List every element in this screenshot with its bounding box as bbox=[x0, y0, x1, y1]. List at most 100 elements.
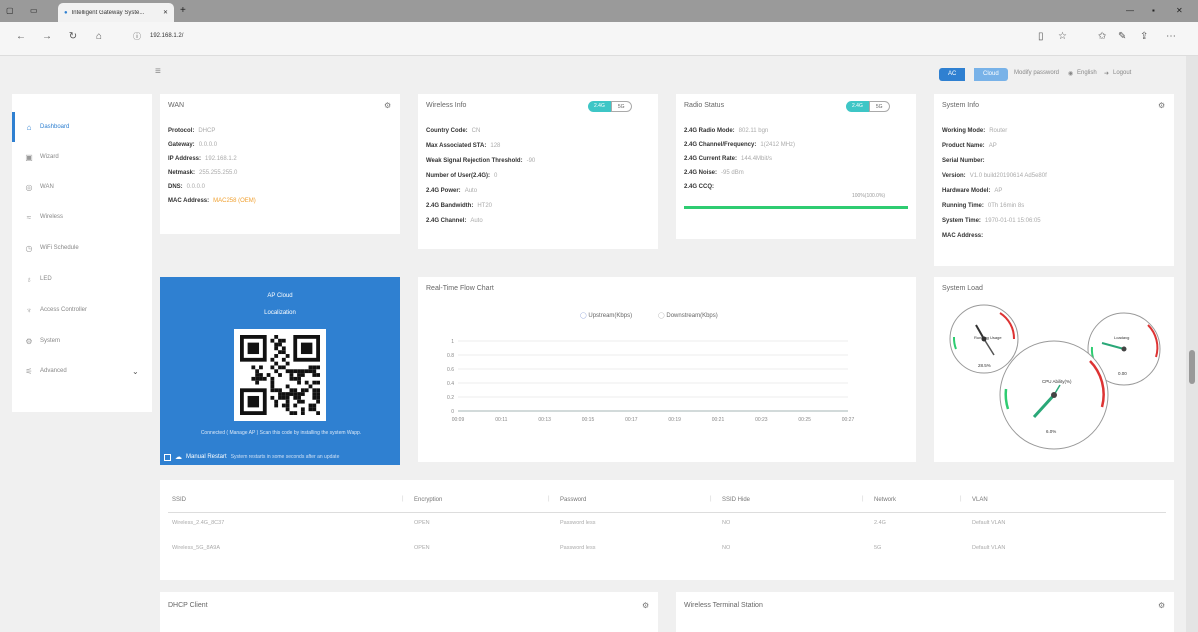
wireless-band-24g[interactable]: 2.4G bbox=[588, 101, 611, 112]
y-tick-label: 0.2 bbox=[447, 395, 454, 401]
gauge-cpu-label: CPU Ability(%) bbox=[1042, 379, 1072, 384]
table-header-vlan[interactable]: VLAN bbox=[972, 497, 988, 503]
more-icon[interactable]: ⋯ bbox=[1166, 31, 1176, 42]
system-info-row: MAC Address: bbox=[942, 233, 987, 239]
wan-settings-icon[interactable]: ⚙ bbox=[384, 101, 391, 110]
y-tick-label: 1 bbox=[451, 339, 454, 345]
controller-icon: ♆ bbox=[26, 305, 32, 315]
sidebar-item-advanced[interactable]: ⚟ Advanced ⌄ bbox=[12, 356, 152, 386]
refresh-icon[interactable]: ↻ bbox=[66, 31, 80, 42]
table-header-password[interactable]: Password bbox=[560, 497, 586, 503]
row-value: Router bbox=[989, 128, 1008, 134]
column-separator[interactable]: | bbox=[548, 496, 550, 502]
radio-band-toggle[interactable]: 2.4G 5G bbox=[846, 101, 890, 112]
radio-band-5g[interactable]: 5G bbox=[868, 101, 890, 112]
reader-icon[interactable]: ▯ bbox=[1038, 31, 1044, 42]
browser-tab-bar: ▢ ▭ ● Intelligent Gateway Syste... ✕ + —… bbox=[0, 0, 1198, 22]
row-value: CN bbox=[471, 128, 481, 134]
manual-restart-label[interactable]: Manual Restart bbox=[186, 454, 227, 460]
wan-row: Netmask: 255.255.255.0 bbox=[168, 170, 237, 176]
system-info-row: Serial Number: bbox=[942, 158, 989, 164]
system-settings-icon[interactable]: ⚙ bbox=[1158, 101, 1165, 110]
wan-card: WAN ⚙ Protocol: DHCP Gateway: 0.0.0.0 IP Add… bbox=[160, 94, 400, 234]
workspace-icon[interactable]: ▢ bbox=[6, 0, 14, 22]
tab-close-icon[interactable]: ✕ bbox=[163, 9, 168, 16]
wireless-band-5g[interactable]: 5G bbox=[610, 101, 632, 112]
y-tick-label: 0.4 bbox=[447, 381, 454, 387]
new-tab-button[interactable]: + bbox=[180, 0, 186, 22]
sidebar-item-wireless[interactable]: ≈ Wireless bbox=[12, 202, 152, 232]
row-key: Serial Number: bbox=[942, 158, 985, 164]
minimize-icon[interactable]: — bbox=[1126, 0, 1134, 22]
scrollbar-thumb[interactable] bbox=[1189, 350, 1195, 384]
browser-tab[interactable]: ● Intelligent Gateway Syste... ✕ bbox=[58, 3, 174, 22]
y-tick-label: 0.6 bbox=[447, 367, 454, 373]
row-value: DHCP bbox=[198, 128, 216, 134]
wan-title: WAN bbox=[168, 102, 185, 109]
wifi-icon: ≈ bbox=[26, 212, 32, 222]
scrollbar[interactable] bbox=[1186, 56, 1198, 632]
radio-status-row: 2.4G CCQ: bbox=[684, 184, 718, 190]
favorite-star-icon[interactable]: ☆ bbox=[1058, 31, 1067, 42]
maximize-icon[interactable]: ▪ bbox=[1152, 0, 1155, 22]
ssid-table-card bbox=[160, 480, 1174, 580]
clock-icon: ◷ bbox=[25, 243, 33, 253]
table-header-ssid-hide[interactable]: SSID Hide bbox=[722, 497, 750, 503]
row-key: 2.4G Channel/Frequency: bbox=[684, 142, 757, 148]
sidebar-item-wan[interactable]: ◎ WAN bbox=[12, 172, 152, 202]
share-icon[interactable]: ⇪ bbox=[1140, 31, 1148, 42]
menu-toggle-icon[interactable]: ≡ bbox=[155, 66, 161, 77]
mode-cloud-button[interactable]: Cloud bbox=[974, 68, 1008, 81]
url-field[interactable]: 192.168.1.2/ bbox=[150, 33, 183, 39]
table-header-ssid[interactable]: SSID bbox=[172, 497, 186, 503]
column-separator[interactable]: | bbox=[402, 496, 404, 502]
cloud-bottom-bar: ☁ Manual Restart System restarts in some… bbox=[164, 453, 398, 461]
sidebar-item-wizard[interactable]: ▣ Wizard bbox=[12, 142, 152, 172]
manual-restart-note: System restarts in some seconds after an… bbox=[230, 454, 340, 460]
table-header-encryption[interactable]: Encryption bbox=[414, 497, 442, 503]
wireless-info-row: Country Code: CN bbox=[426, 128, 480, 134]
column-separator[interactable]: | bbox=[862, 496, 864, 502]
terminal-settings-icon[interactable]: ⚙ bbox=[1158, 601, 1165, 610]
table-cell: NO bbox=[722, 545, 731, 551]
radio-band-24g[interactable]: 2.4G bbox=[846, 101, 869, 112]
sidebar-item-dashboard[interactable]: ⌂ Dashboard bbox=[12, 112, 152, 142]
row-key: MAC Address: bbox=[168, 198, 210, 204]
column-separator[interactable]: | bbox=[710, 496, 712, 502]
row-value: 0 bbox=[494, 173, 498, 179]
mode-ac-button[interactable]: AC bbox=[939, 68, 966, 81]
x-tick-label: 00:17 bbox=[625, 417, 638, 423]
manual-checkbox[interactable] bbox=[164, 453, 171, 461]
modify-password-link[interactable]: Modify password bbox=[1014, 70, 1059, 76]
sidebar-item-access-controller[interactable]: ♆ Access Controller bbox=[12, 295, 152, 325]
wireless-info-row: Number of User(2.4G): 0 bbox=[426, 173, 497, 179]
table-cell: Password less bbox=[560, 520, 596, 526]
home-browser-icon[interactable]: ⌂ bbox=[92, 31, 106, 42]
table-header-network[interactable]: Network bbox=[874, 497, 896, 503]
gauge-running-label: Running Usage bbox=[974, 335, 1002, 340]
radio-status-row: 2.4G Noise: -95 dBm bbox=[684, 170, 744, 176]
row-key: Weak Signal Rejection Threshold: bbox=[426, 158, 523, 164]
wan-row: MAC Address: MAC258 (OEM) bbox=[168, 198, 256, 204]
radio-status-card: Radio Status 2.4G 5G 2.4G Radio Mode: 802… bbox=[676, 94, 916, 239]
sidebar-item-led[interactable]: ♁ LED bbox=[12, 264, 152, 294]
forward-icon[interactable]: → bbox=[40, 31, 54, 42]
pen-icon[interactable]: ✎ bbox=[1118, 31, 1126, 42]
gear-icon: ⚙ bbox=[25, 336, 33, 346]
wireless-band-toggle[interactable]: 2.4G 5G bbox=[588, 101, 632, 112]
cloud-hint: Connected ( Manage AP ) Scan this code b… bbox=[200, 430, 362, 436]
favorites-icon[interactable]: ✩ bbox=[1098, 31, 1106, 42]
column-separator[interactable]: | bbox=[960, 496, 962, 502]
row-key: System Time: bbox=[942, 218, 981, 224]
tab-actions-icon[interactable]: ▭ bbox=[30, 0, 38, 22]
logout-link[interactable]: Logout bbox=[1113, 70, 1131, 76]
language-link[interactable]: English bbox=[1077, 70, 1097, 76]
gauge-running-value: 28.5% bbox=[978, 363, 991, 368]
dhcp-settings-icon[interactable]: ⚙ bbox=[642, 601, 649, 610]
close-window-icon[interactable]: ✕ bbox=[1176, 0, 1183, 22]
row-key: Working Mode: bbox=[942, 128, 986, 134]
sidebar-item-system[interactable]: ⚙ System bbox=[12, 326, 152, 356]
sidebar-item-wifi-schedule[interactable]: ◷ WiFi Schedule bbox=[12, 233, 152, 263]
row-value: 144.4Mbit/s bbox=[741, 156, 773, 162]
back-icon[interactable]: ← bbox=[14, 31, 28, 42]
